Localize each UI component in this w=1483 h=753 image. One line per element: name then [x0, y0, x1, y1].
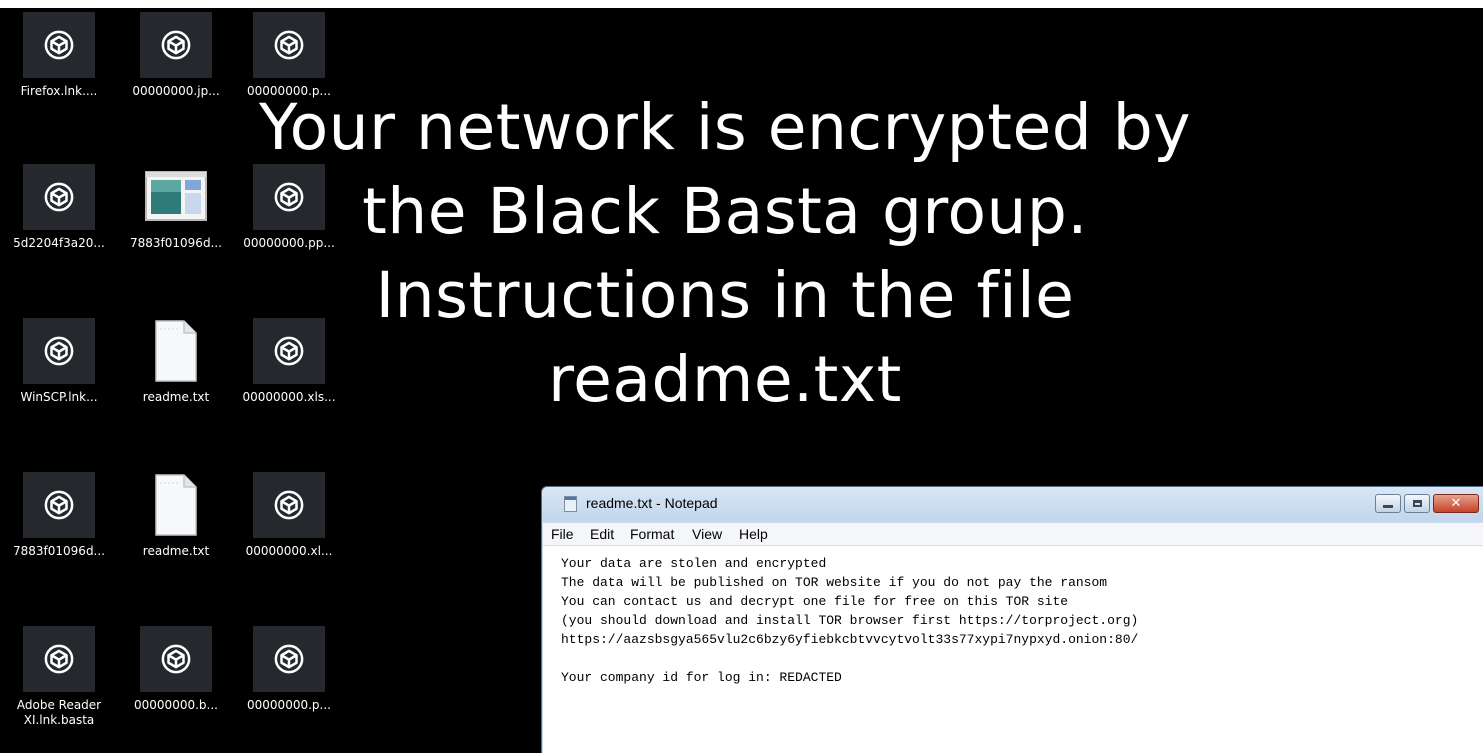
- desktop-icon-file[interactable]: 5d2204f3a20...: [0, 164, 118, 251]
- close-button[interactable]: ✕: [1433, 494, 1479, 513]
- desktop-icon-label: 00000000.xl...: [245, 544, 333, 558]
- cube-icon: [23, 318, 95, 384]
- top-edge-strip: [0, 0, 1483, 8]
- cube-icon: [253, 164, 325, 230]
- desktop-icon-label: 00000000.pp...: [243, 236, 335, 250]
- editor-line: The data will be published on TOR websit…: [561, 575, 1108, 590]
- desktop-icon-file[interactable]: 7883f01096d...: [0, 472, 118, 559]
- desktop-icon-file[interactable]: 00000000.xls...: [230, 318, 348, 405]
- desktop-icon-winscp-lnk[interactable]: WinSCP.lnk...: [0, 318, 118, 405]
- editor-line: Your company id for log in: REDACTED: [561, 670, 842, 685]
- window-titlebar[interactable]: readme.txt - Notepad ✕: [542, 487, 1483, 521]
- menu-edit[interactable]: Edit: [590, 526, 614, 542]
- desktop-icon-label: Firefox.lnk....: [20, 84, 98, 98]
- window-title: readme.txt - Notepad: [586, 495, 718, 511]
- editor-line: https://aazsbsgya565vlu2c6bzy6yfiebkcbtv…: [561, 632, 1139, 647]
- menu-bar: File Edit Format View Help: [543, 523, 1483, 546]
- desktop-icon-adobe-reader-lnk[interactable]: Adobe Reader XI.lnk.basta: [0, 626, 118, 728]
- close-icon: ✕: [1450, 496, 1462, 511]
- cube-icon: [253, 318, 325, 384]
- desktop-icon-readme[interactable]: readme.txt: [117, 318, 235, 405]
- desktop-icon-image[interactable]: 7883f01096d...: [117, 164, 235, 251]
- desktop-icon-label: 00000000.b...: [134, 698, 218, 712]
- maximize-button[interactable]: [1404, 494, 1430, 513]
- cube-icon: [253, 472, 325, 538]
- desktop-icon-label: 00000000.jp...: [132, 84, 220, 98]
- desktop-icon-file[interactable]: 00000000.pp...: [230, 164, 348, 251]
- cube-icon: [140, 12, 212, 78]
- menu-format[interactable]: Format: [630, 526, 674, 542]
- editor-line: You can contact us and decrypt one file …: [561, 594, 1069, 609]
- desktop-icon-label: WinSCP.lnk...: [20, 390, 98, 404]
- image-file-icon: [140, 164, 212, 230]
- cube-icon: [253, 626, 325, 692]
- cube-icon: [23, 164, 95, 230]
- menu-help[interactable]: Help: [739, 526, 768, 542]
- text-file-icon: [140, 318, 212, 384]
- desktop-icon-readme[interactable]: readme.txt: [117, 472, 235, 559]
- menu-view[interactable]: View: [692, 526, 722, 542]
- desktop-icon-label: 00000000.p...: [247, 84, 331, 98]
- menu-file[interactable]: File: [551, 526, 574, 542]
- notepad-icon: [564, 496, 577, 512]
- desktop-icon-label: readme.txt: [142, 390, 210, 404]
- cube-icon: [23, 626, 95, 692]
- text-editor-area[interactable]: Your data are stolen and encrypted The d…: [543, 546, 1483, 753]
- editor-line: Your data are stolen and encrypted: [561, 556, 827, 571]
- desktop-icon-label: 7883f01096d...: [13, 544, 105, 558]
- desktop-icon-file[interactable]: 00000000.p...: [230, 626, 348, 713]
- text-file-icon: [140, 472, 212, 538]
- desktop-icon-file[interactable]: 00000000.xl...: [230, 472, 348, 559]
- desktop-icon-file[interactable]: 00000000.jp...: [117, 12, 235, 99]
- cube-icon: [140, 626, 212, 692]
- desktop-icon-firefox-lnk[interactable]: Firefox.lnk....: [0, 12, 118, 99]
- desktop-icon-label: 00000000.xls...: [242, 390, 336, 404]
- desktop-icon-file[interactable]: 00000000.b...: [117, 626, 235, 713]
- desktop-icon-label: readme.txt: [142, 544, 210, 558]
- desktop-icon-label: 00000000.p...: [247, 698, 331, 712]
- minimize-icon: [1383, 505, 1393, 508]
- minimize-button[interactable]: [1375, 494, 1401, 513]
- cube-icon: [23, 472, 95, 538]
- desktop-icon-label: 7883f01096d...: [130, 236, 222, 250]
- desktop-icon-label: 5d2204f3a20...: [13, 236, 105, 250]
- notepad-window[interactable]: readme.txt - Notepad ✕ File Edit Format …: [541, 486, 1483, 753]
- editor-line: (you should download and install TOR bro…: [561, 613, 1139, 628]
- cube-icon: [253, 12, 325, 78]
- desktop-icon-file[interactable]: 00000000.p...: [230, 12, 348, 99]
- desktop-icon-label: Adobe Reader XI.lnk.basta: [16, 698, 102, 727]
- cube-icon: [23, 12, 95, 78]
- maximize-icon: [1412, 500, 1422, 507]
